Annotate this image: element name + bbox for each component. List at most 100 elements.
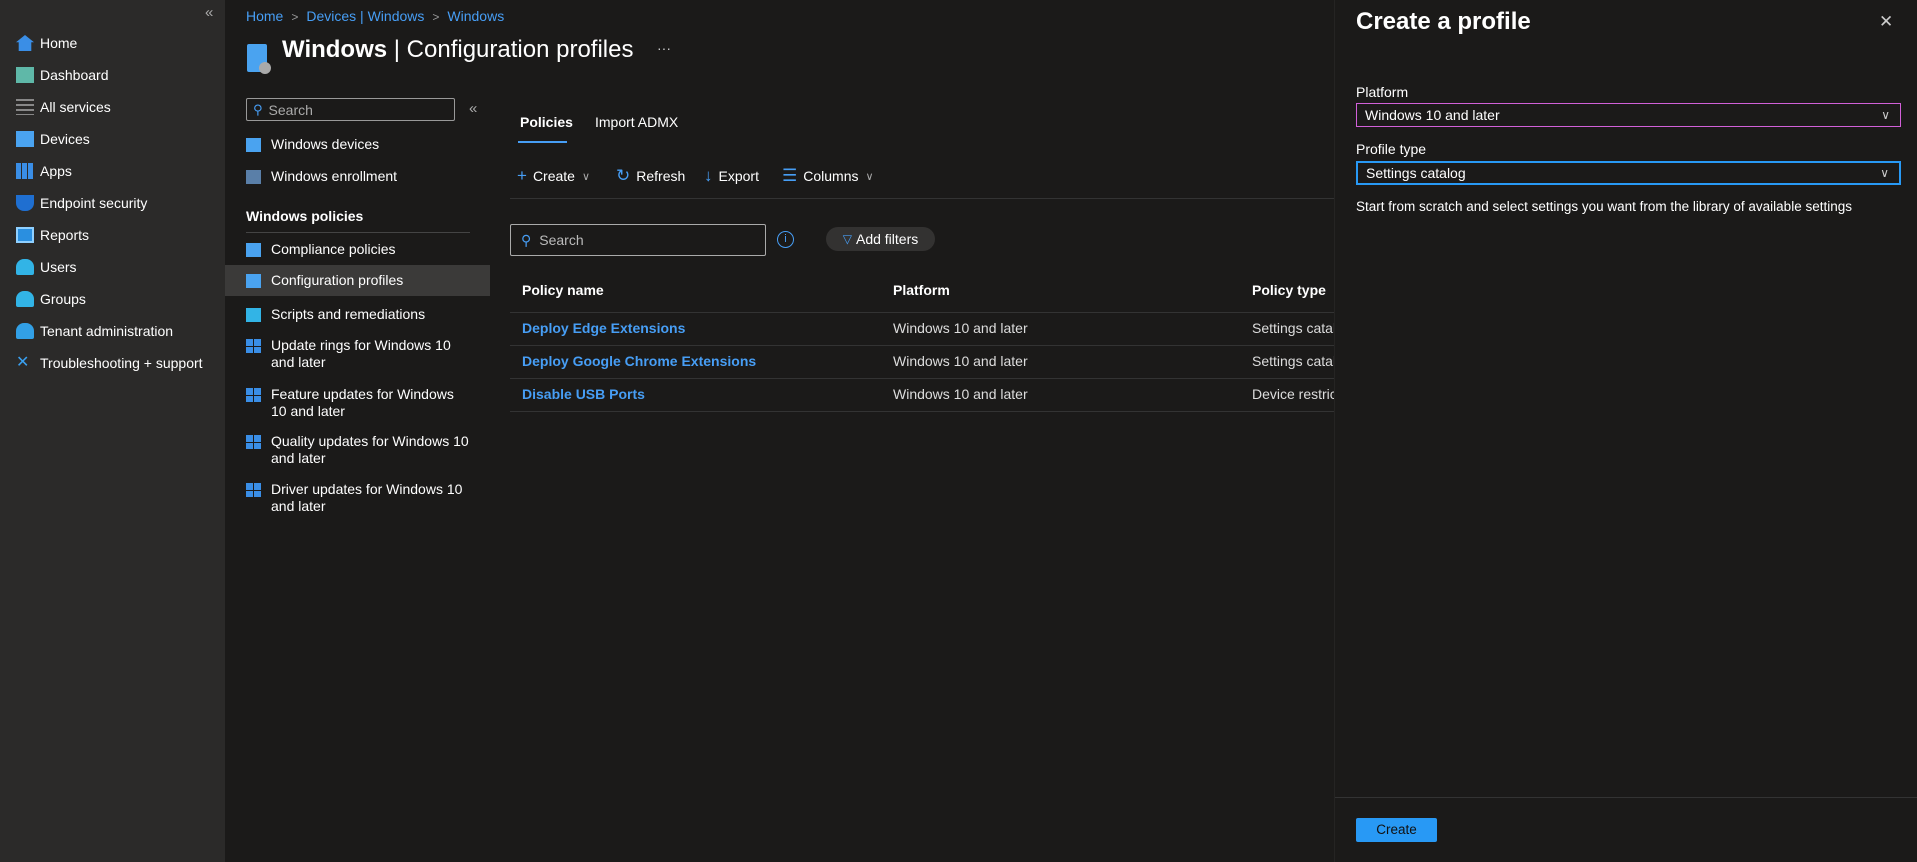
export-label: Export [718,168,759,184]
nav-label: Endpoint security [40,195,148,211]
nav-label: Home [40,35,78,51]
search-icon: ⚲ [253,101,263,117]
policy-name-link[interactable]: Deploy Edge Extensions [522,320,685,336]
filter-icon: ▽ [842,232,852,246]
columns-label: Columns [803,168,859,184]
collapse-nav-button[interactable]: « [205,4,213,21]
tenant-admin-icon [16,323,34,339]
platform-cell: Windows 10 and later [893,320,1028,336]
page-title-bold: Windows [282,36,388,63]
windows-icon [246,388,261,402]
wrench-icon: ✕ [16,354,30,371]
column-header-policy-name[interactable]: Policy name [522,282,604,298]
configuration-profile-icon [247,44,271,74]
chevron-down-icon: ∨ [1881,108,1890,122]
breadcrumb-home[interactable]: Home [246,8,283,24]
policy-name-link[interactable]: Deploy Google Chrome Extensions [522,353,756,369]
nav-reports[interactable]: Reports [0,220,225,250]
menu-windows-enrollment[interactable]: Windows enrollment [225,168,490,185]
menu-label: Windows enrollment [271,168,398,184]
menu-feature-updates[interactable]: Feature updates for Windows 10 and later [225,386,490,420]
info-icon[interactable]: i [777,231,794,248]
menu-label: Compliance policies [271,241,396,257]
menu-label: Configuration profiles [271,272,404,288]
menu-scripts-remediations[interactable]: Scripts and remediations [225,306,490,323]
list-icon [16,99,34,115]
windows-icon [246,483,261,497]
enrollment-icon [246,170,261,184]
dashboard-icon [16,67,34,83]
tab-policies[interactable]: Policies [520,114,573,130]
plus-icon: + [517,166,527,185]
profile-type-label: Profile type [1356,141,1427,157]
policy-name-link[interactable]: Disable USB Ports [522,386,645,402]
nav-users[interactable]: Users [0,252,225,282]
divider [510,345,1335,346]
more-button[interactable]: ··· [657,40,671,56]
nav-devices[interactable]: Devices [0,124,225,154]
nav-label: Dashboard [40,67,109,83]
script-icon [246,308,261,322]
nav-dashboard[interactable]: Dashboard [0,60,225,90]
nav-label: Users [40,259,77,275]
column-header-platform[interactable]: Platform [893,282,950,298]
shield-icon [16,195,34,211]
windows-icon [246,339,261,353]
export-button[interactable]: ↓ Export [704,166,759,186]
nav-groups[interactable]: Groups [0,284,225,314]
create-profile-button[interactable]: Create [1356,818,1437,842]
divider [510,411,1335,412]
chevron-down-icon: ∨ [1880,166,1889,180]
policy-search-placeholder: Search [539,232,584,248]
columns-button[interactable]: ☰ Columns ∨ [782,166,874,186]
divider [510,312,1335,313]
menu-search-input[interactable]: ⚲ Search [246,98,455,121]
menu-driver-updates[interactable]: Driver updates for Windows 10 and later [225,481,490,515]
nav-label: Troubleshooting + support [40,355,203,371]
platform-cell: Windows 10 and later [893,386,1028,402]
tab-import-admx[interactable]: Import ADMX [595,114,678,130]
devices-icon [16,131,34,147]
add-filters-button[interactable]: ▽ Add filters [826,227,935,251]
menu-label: Feature updates for Windows 10 and later [271,386,454,419]
policy-type-cell: Device restrictions [1252,386,1334,402]
refresh-button[interactable]: ↻ Refresh [616,166,685,186]
profile-type-dropdown[interactable]: Settings catalog ∨ [1356,161,1901,185]
breadcrumb-windows[interactable]: Windows [447,8,504,24]
column-header-policy-type[interactable]: Policy type [1252,282,1326,298]
nav-all-services[interactable]: All services [0,92,225,122]
nav-home[interactable]: Home [0,28,225,58]
download-icon: ↓ [704,166,713,185]
platform-dropdown[interactable]: Windows 10 and later ∨ [1356,103,1901,127]
refresh-icon: ↻ [616,166,631,185]
panel-title: Create a profile [1356,8,1531,35]
home-icon [16,35,34,51]
policy-type-cell: Settings catalog [1252,320,1334,336]
nav-apps[interactable]: Apps [0,156,225,186]
group-icon [16,291,34,307]
chevron-down-icon: ∨ [865,170,874,183]
platform-value: Windows 10 and later [1365,107,1500,123]
create-profile-panel: Create a profile ✕ Platform Windows 10 a… [1334,0,1917,862]
menu-update-rings[interactable]: Update rings for Windows 10 and later [225,337,490,371]
add-filters-label: Add filters [855,231,919,247]
nav-endpoint-security[interactable]: Endpoint security [0,188,225,218]
menu-search-placeholder: Search [268,101,313,118]
menu-compliance-policies[interactable]: Compliance policies [225,241,490,258]
divider [510,198,1335,199]
menu-quality-updates[interactable]: Quality updates for Windows 10 and later [225,433,490,467]
menu-windows-devices[interactable]: Windows devices [225,136,490,153]
nav-troubleshooting[interactable]: ✕ Troubleshooting + support [0,348,225,378]
policy-search-input[interactable]: ⚲ Search [510,224,766,256]
divider [1335,797,1917,798]
nav-label: Devices [40,131,90,147]
refresh-label: Refresh [636,168,686,184]
menu-configuration-profiles[interactable]: Configuration profiles [225,265,490,296]
collapse-menu-button[interactable]: « [469,100,477,117]
close-button[interactable]: ✕ [1879,12,1893,32]
menu-section-header: Windows policies [246,208,364,224]
breadcrumb-devices-windows[interactable]: Devices | Windows [306,8,424,24]
nav-tenant-administration[interactable]: Tenant administration [0,316,225,346]
create-button[interactable]: + Create ∨ [517,166,590,186]
nav-label: Reports [40,227,90,243]
